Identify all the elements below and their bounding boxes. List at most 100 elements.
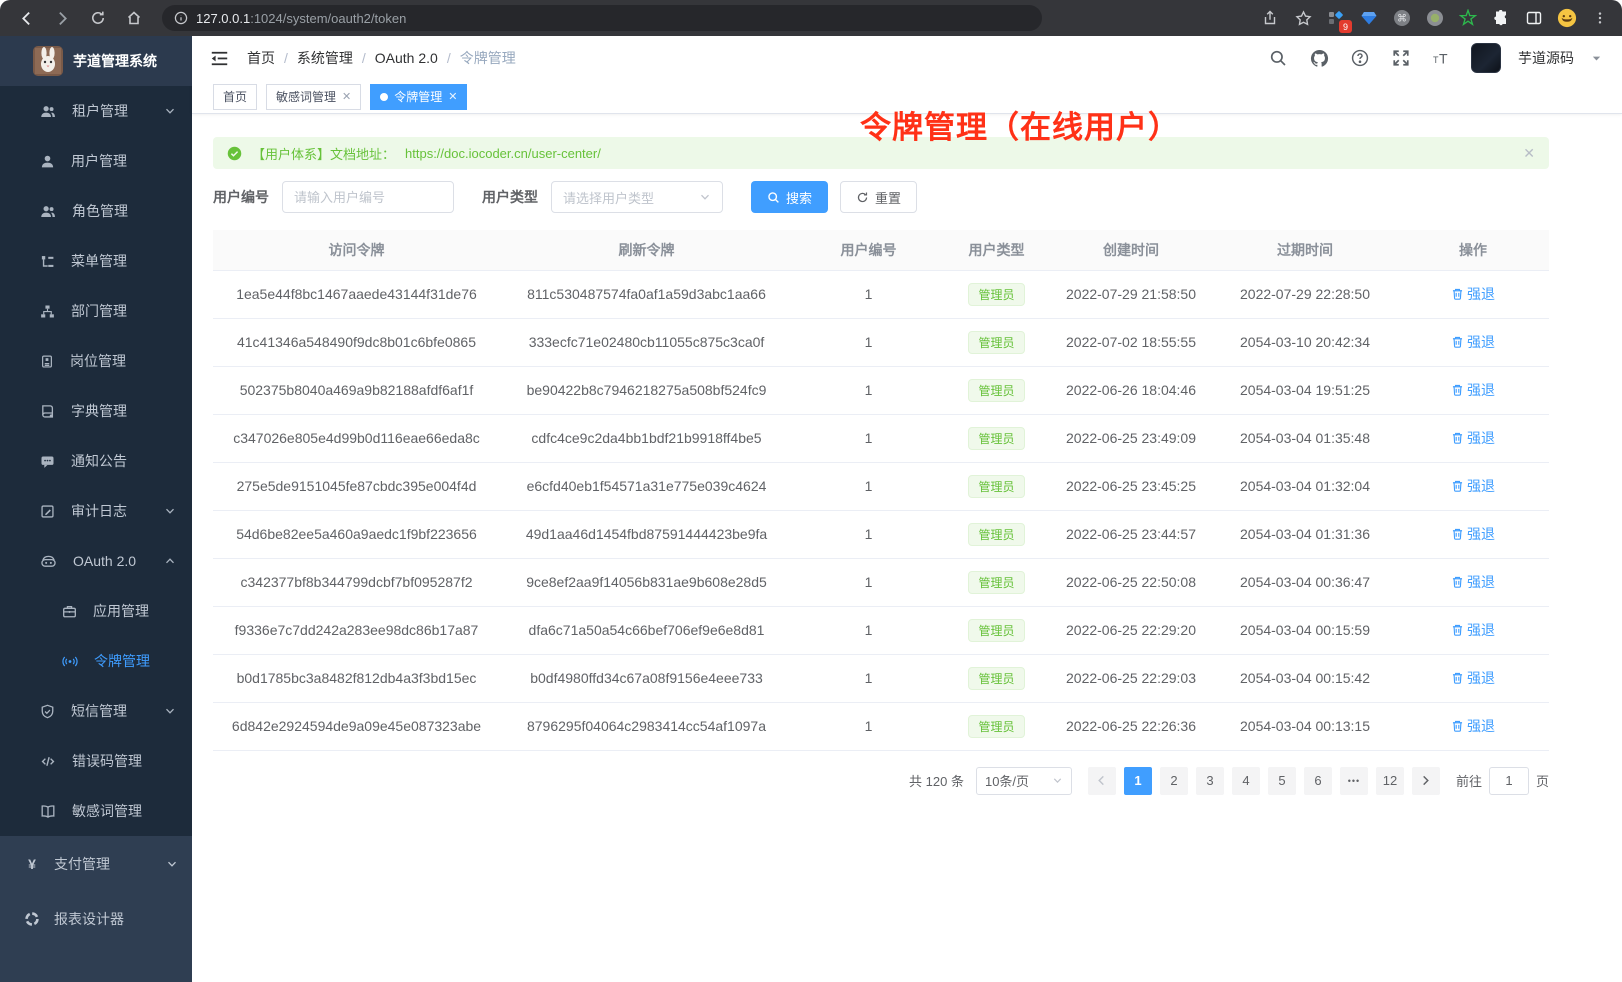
- fullscreen-icon[interactable]: [1389, 46, 1413, 70]
- tab-label: 敏感词管理: [276, 88, 336, 105]
- page-button-12[interactable]: 12: [1376, 767, 1404, 795]
- ext-record-icon[interactable]: [1425, 8, 1445, 28]
- code-icon: [40, 754, 56, 769]
- prev-page-button[interactable]: [1088, 767, 1116, 795]
- sidebar-item-tree[interactable]: 菜单管理: [0, 236, 192, 286]
- sidebar-item-robot[interactable]: OAuth 2.0: [0, 536, 192, 586]
- sidebar-item-yen[interactable]: ¥支付管理: [0, 836, 192, 891]
- star-icon[interactable]: [1293, 8, 1313, 28]
- sidepanel-icon[interactable]: [1524, 8, 1544, 28]
- tab-close-icon[interactable]: ✕: [342, 90, 351, 103]
- caret-down-icon[interactable]: [1591, 53, 1602, 64]
- breadcrumb-item[interactable]: 首页: [247, 48, 275, 68]
- fontsize-icon[interactable]: TT: [1430, 46, 1454, 70]
- next-page-button[interactable]: [1412, 767, 1440, 795]
- force-logout-button[interactable]: 强退: [1451, 668, 1495, 688]
- force-logout-button[interactable]: 强退: [1451, 284, 1495, 304]
- force-logout-button[interactable]: 强退: [1451, 524, 1495, 544]
- breadcrumb-item[interactable]: 系统管理: [297, 48, 353, 68]
- breadcrumb-item[interactable]: OAuth 2.0: [375, 50, 438, 66]
- page-button-1[interactable]: 1: [1124, 767, 1152, 795]
- back-icon[interactable]: [12, 4, 40, 32]
- force-logout-button[interactable]: 强退: [1451, 620, 1495, 640]
- refresh-token-cell: 333ecfc71e02480cb11055c875c3ca0f: [500, 318, 793, 366]
- force-logout-button[interactable]: 强退: [1451, 476, 1495, 496]
- sidebar-item-shield[interactable]: 短信管理: [0, 686, 192, 736]
- sidebar-item-org[interactable]: 部门管理: [0, 286, 192, 336]
- search-icon[interactable]: [1266, 46, 1290, 70]
- force-logout-button[interactable]: 强退: [1451, 572, 1495, 592]
- user-id-cell: 1: [793, 318, 944, 366]
- shield-icon: [40, 704, 55, 719]
- tab-首页[interactable]: 首页: [213, 84, 257, 110]
- reload-icon[interactable]: [84, 4, 112, 32]
- page-button-3[interactable]: 3: [1196, 767, 1224, 795]
- page-button-6[interactable]: 6: [1304, 767, 1332, 795]
- alert-doc-link[interactable]: https://doc.iocoder.cn/user-center/: [405, 146, 601, 161]
- sidebar-item-label: 审计日志: [71, 501, 127, 521]
- help-icon[interactable]: [1348, 46, 1372, 70]
- page-button-5[interactable]: 5: [1268, 767, 1296, 795]
- user-type-badge: 管理员: [968, 523, 1024, 546]
- app-logo[interactable]: 芋道管理系统: [0, 36, 192, 86]
- info-icon[interactable]: [174, 11, 188, 25]
- sidebar-item-message[interactable]: 通知公告: [0, 436, 192, 486]
- sidebar-item-user[interactable]: 用户管理: [0, 136, 192, 186]
- svg-text:⌘: ⌘: [1397, 14, 1407, 25]
- user-id-input[interactable]: [282, 181, 454, 213]
- sidebar-item-users[interactable]: 租户管理: [0, 86, 192, 136]
- user-type-select[interactable]: 请选择用户类型: [551, 181, 723, 213]
- reset-button[interactable]: 重置: [840, 181, 917, 213]
- sidebar-item-token[interactable]: 令牌管理: [0, 636, 192, 686]
- sidebar-item-log[interactable]: 审计日志: [0, 486, 192, 536]
- page-size-select[interactable]: 10条/页: [976, 767, 1072, 795]
- users-icon: [40, 204, 56, 219]
- sidebar-item-briefcase[interactable]: 应用管理: [0, 586, 192, 636]
- kebab-menu-icon[interactable]: [1590, 8, 1610, 28]
- ext-puzzle-icon[interactable]: [1491, 8, 1511, 28]
- force-logout-button[interactable]: 强退: [1451, 428, 1495, 448]
- share-icon[interactable]: [1260, 8, 1280, 28]
- force-logout-button[interactable]: 强退: [1451, 332, 1495, 352]
- sidebar-item-badge[interactable]: 岗位管理: [0, 336, 192, 386]
- column-header: 用户类型: [944, 230, 1049, 270]
- tab-敏感词管理[interactable]: 敏感词管理 ✕: [266, 84, 361, 110]
- jump-page-input[interactable]: [1489, 767, 1529, 795]
- sidebar-item-code[interactable]: 错误码管理: [0, 736, 192, 786]
- sidebar-item-dict[interactable]: 字典管理: [0, 386, 192, 436]
- tab-close-icon[interactable]: ✕: [448, 90, 457, 103]
- page-button-2[interactable]: 2: [1160, 767, 1188, 795]
- trash-icon: [1451, 623, 1464, 637]
- sidebar-item-chart[interactable]: 报表设计器: [0, 891, 192, 946]
- profile-avatar-icon[interactable]: [1557, 8, 1577, 28]
- sidebar-item-openbook[interactable]: 敏感词管理: [0, 786, 192, 836]
- force-logout-button[interactable]: 强退: [1451, 716, 1495, 736]
- ext-gem-icon[interactable]: [1359, 8, 1379, 28]
- tab-令牌管理[interactable]: 令牌管理✕: [370, 84, 467, 110]
- page-ellipsis-button[interactable]: •••: [1340, 767, 1368, 795]
- token-icon: [62, 654, 78, 669]
- user-avatar[interactable]: [1471, 43, 1501, 73]
- forward-icon[interactable]: [48, 4, 76, 32]
- ext-command-icon[interactable]: ⌘: [1392, 8, 1412, 28]
- ext-grid-icon[interactable]: 9: [1326, 8, 1346, 28]
- chevron-down-icon: [699, 191, 711, 203]
- search-button[interactable]: 搜索: [751, 181, 828, 213]
- force-logout-button[interactable]: 强退: [1451, 380, 1495, 400]
- page-button-4[interactable]: 4: [1232, 767, 1260, 795]
- ext-star-green-icon[interactable]: [1458, 8, 1478, 28]
- refresh-token-cell: dfa6c71a50a54c66bef706ef9e6e8d81: [500, 606, 793, 654]
- tab-label: 首页: [223, 88, 247, 105]
- fold-sidebar-icon[interactable]: [210, 49, 229, 68]
- expire-time-cell: 2054-03-04 00:36:47: [1213, 558, 1397, 606]
- user-icon: [40, 154, 55, 169]
- user-id-cell: 1: [793, 654, 944, 702]
- alert-close-icon[interactable]: ✕: [1523, 145, 1535, 162]
- user-name[interactable]: 芋道源码: [1518, 48, 1574, 68]
- trash-icon: [1451, 719, 1464, 733]
- github-icon[interactable]: [1307, 46, 1331, 70]
- refresh-token-cell: e6cfd40eb1f54571a31e775e039c4624: [500, 462, 793, 510]
- address-bar[interactable]: 127.0.0.1:1024/system/oauth2/token: [162, 5, 1042, 31]
- home-icon[interactable]: [120, 4, 148, 32]
- sidebar-item-users[interactable]: 角色管理: [0, 186, 192, 236]
